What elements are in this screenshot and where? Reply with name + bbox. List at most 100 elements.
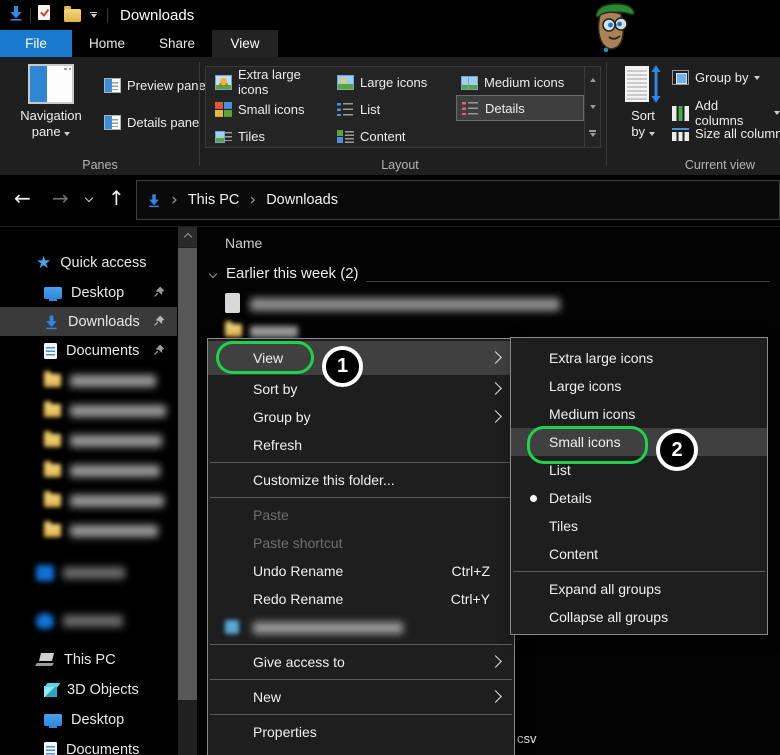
- sort-by-button[interactable]: Sortby: [618, 64, 668, 140]
- context-menu-item-new[interactable]: New: [208, 683, 514, 711]
- sidebar-item-documents-pc[interactable]: Documents: [0, 735, 177, 755]
- sidebar-item-redacted-folder[interactable]: [0, 396, 177, 425]
- content-option[interactable]: Content: [332, 123, 452, 149]
- qat-dropdown-icon[interactable]: [90, 12, 97, 19]
- sidebar-item-desktop[interactable]: Desktop: [0, 278, 177, 307]
- folder-icon: [225, 324, 242, 337]
- context-menu-item-sort-by[interactable]: Sort by: [208, 375, 514, 403]
- sidebar-item-downloads-selected[interactable]: Downloads: [0, 307, 177, 336]
- details-option-selected[interactable]: Details: [456, 95, 584, 121]
- sidebar-item-3d-objects[interactable]: 3D Objects: [0, 675, 177, 704]
- folder-icon: [44, 434, 61, 447]
- name-column-header[interactable]: Name: [225, 235, 262, 251]
- context-menu-item-properties[interactable]: Properties: [208, 718, 514, 746]
- sidebar-item-redacted-folder[interactable]: [0, 426, 177, 455]
- address-field[interactable]: › This PC › Downloads: [136, 180, 780, 220]
- pin-icon[interactable]: [154, 343, 165, 359]
- tab-file[interactable]: File: [0, 30, 72, 57]
- context-menu-item-give-access[interactable]: Give access to: [208, 648, 514, 676]
- menu-separator: [210, 497, 512, 498]
- context-menu-item-paste-shortcut[interactable]: Paste shortcut: [208, 529, 514, 557]
- gallery-scroll-down-button[interactable]: [585, 94, 600, 121]
- pin-icon[interactable]: [154, 314, 165, 330]
- submenu-item-medium-icons[interactable]: Medium icons: [511, 400, 767, 428]
- tiles-icon: [215, 129, 232, 144]
- details-pane-button[interactable]: Details pane: [104, 115, 199, 130]
- redacted-folder-name[interactable]: [250, 326, 298, 338]
- up-button[interactable]: ↑: [108, 188, 125, 208]
- annotation-highlight-view: [216, 341, 314, 374]
- submenu-item-collapse-all-groups[interactable]: Collapse all groups: [511, 603, 767, 631]
- breadcrumb-this-pc[interactable]: This PC: [188, 192, 240, 208]
- add-columns-button[interactable]: Add columns: [672, 98, 780, 128]
- sidebar-item-desktop-pc[interactable]: Desktop: [0, 705, 177, 734]
- sidebar-item-this-pc[interactable]: This PC: [0, 645, 177, 674]
- tiles-option[interactable]: Tiles: [210, 123, 330, 149]
- group-header-row[interactable]: Earlier this week (2): [210, 265, 359, 282]
- pin-icon[interactable]: [154, 285, 165, 301]
- submenu-item-expand-all-groups[interactable]: Expand all groups: [511, 575, 767, 603]
- list-option[interactable]: List: [332, 96, 452, 122]
- redacted-file-name[interactable]: [250, 298, 560, 311]
- group-collapse-chevron[interactable]: [209, 269, 217, 277]
- sidebar-item-documents[interactable]: Documents: [0, 336, 177, 365]
- context-menu-item-redo-rename[interactable]: Redo Rename Ctrl+Y: [208, 585, 514, 613]
- submenu-item-content[interactable]: Content: [511, 540, 767, 568]
- context-menu-item-group-by[interactable]: Group by: [208, 403, 514, 431]
- back-button[interactable]: ←: [14, 188, 31, 208]
- context-menu-item-redacted[interactable]: [208, 613, 514, 641]
- context-menu-item-customize[interactable]: Customize this folder...: [208, 466, 514, 494]
- desktop-icon: [44, 287, 62, 299]
- scrollbar-thumb[interactable]: [178, 248, 197, 700]
- sidebar-item-redacted-folder[interactable]: [0, 516, 177, 545]
- tab-view[interactable]: View: [212, 30, 278, 57]
- ribbon-group-separator: [606, 62, 607, 166]
- tab-share[interactable]: Share: [142, 30, 212, 57]
- qat-check-icon[interactable]: [37, 4, 52, 26]
- navigation-pane-button[interactable]: Navigationpane: [10, 64, 92, 140]
- group-by-button[interactable]: Group by: [672, 70, 760, 85]
- sidebar-item-quick-access[interactable]: ★ Quick access: [0, 248, 177, 277]
- sidebar-item-redacted-folder[interactable]: [0, 366, 177, 395]
- small-icons-option[interactable]: Small icons: [210, 96, 330, 122]
- documents-icon: [44, 343, 57, 359]
- breadcrumb-downloads[interactable]: Downloads: [266, 192, 338, 208]
- medium-icons-icon: [461, 75, 478, 90]
- large-icons-icon: [337, 75, 354, 90]
- sidebar-item-redacted-folder[interactable]: [0, 486, 177, 515]
- submenu-item-extra-large-icons[interactable]: Extra large icons: [511, 344, 767, 372]
- recent-locations-chevron[interactable]: [85, 194, 93, 202]
- submenu-item-large-icons[interactable]: Large icons: [511, 372, 767, 400]
- large-icons-option[interactable]: Large icons: [332, 69, 452, 95]
- submenu-item-tiles[interactable]: Tiles: [511, 512, 767, 540]
- context-menu-item-undo-rename[interactable]: Undo Rename Ctrl+Z: [208, 557, 514, 585]
- gallery-scroll: [584, 67, 600, 147]
- sidebar-item-onedrive-redacted[interactable]: [0, 606, 177, 635]
- medium-icons-option[interactable]: Medium icons: [456, 69, 584, 95]
- details-icon: [462, 101, 479, 116]
- view-submenu: Extra large icons Large icons Medium ico…: [510, 337, 768, 635]
- app-icon: [225, 620, 239, 634]
- context-menu-item-paste[interactable]: Paste: [208, 501, 514, 529]
- dropdown-icon: [64, 132, 70, 136]
- gallery-scroll-up-button[interactable]: [585, 67, 600, 94]
- submenu-item-details[interactable]: Details: [511, 484, 767, 512]
- size-all-columns-button[interactable]: Size all columns: [672, 126, 780, 141]
- dropdown-icon: [649, 132, 655, 136]
- context-menu-item-refresh[interactable]: Refresh: [208, 431, 514, 459]
- qat-folder-icon[interactable]: [64, 9, 81, 22]
- submenu-arrow-icon: [489, 410, 502, 423]
- layout-group-label: Layout: [340, 158, 460, 172]
- forward-button[interactable]: →: [52, 188, 69, 208]
- preview-pane-button[interactable]: Preview pane: [104, 78, 206, 93]
- sidebar-scrollbar[interactable]: [178, 227, 197, 755]
- sidebar-item-dropbox-redacted[interactable]: [0, 558, 177, 587]
- window-title: Downloads: [120, 7, 194, 24]
- preview-pane-icon: [104, 78, 121, 93]
- sidebar-item-redacted-folder[interactable]: [0, 456, 177, 485]
- shortcut-key: Ctrl+Z: [452, 557, 491, 585]
- tab-home[interactable]: Home: [72, 30, 142, 57]
- extra-large-icons-option[interactable]: Extra large icons: [210, 69, 330, 95]
- scrollbar-up-button[interactable]: [178, 227, 197, 247]
- gallery-expand-button[interactable]: [585, 120, 600, 147]
